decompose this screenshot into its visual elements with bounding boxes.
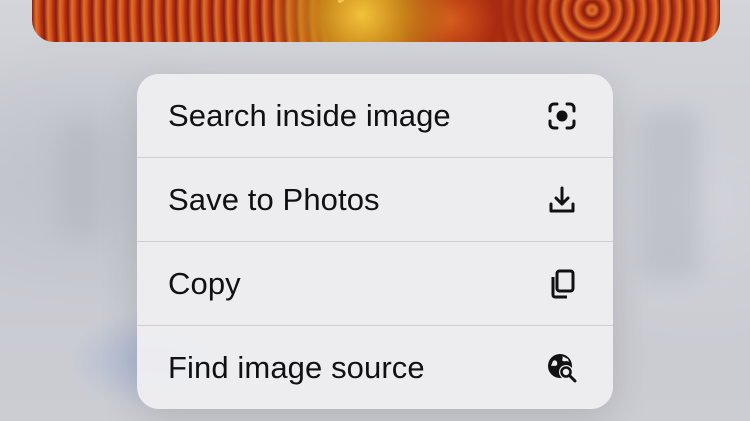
image-detail: [337, 0, 397, 4]
visual-lookup-icon: [545, 99, 579, 133]
menu-item-label: Find image source: [168, 350, 425, 385]
blurred-background-element: [640, 110, 700, 280]
menu-item-label: Save to Photos: [168, 182, 380, 217]
image-preview: [32, 0, 720, 42]
blurred-background-element: [60, 120, 100, 240]
find-image-source-item[interactable]: Find image source: [137, 326, 613, 409]
copy-item[interactable]: Copy: [137, 242, 613, 326]
globe-search-icon: [545, 351, 579, 385]
download-icon: [545, 183, 579, 217]
context-menu: Search inside image Save to Photos Copy …: [137, 74, 613, 409]
menu-item-label: Copy: [168, 266, 241, 301]
menu-item-label: Search inside image: [168, 98, 451, 133]
save-to-photos-item[interactable]: Save to Photos: [137, 158, 613, 242]
search-inside-image-item[interactable]: Search inside image: [137, 74, 613, 158]
copy-icon: [545, 267, 579, 301]
